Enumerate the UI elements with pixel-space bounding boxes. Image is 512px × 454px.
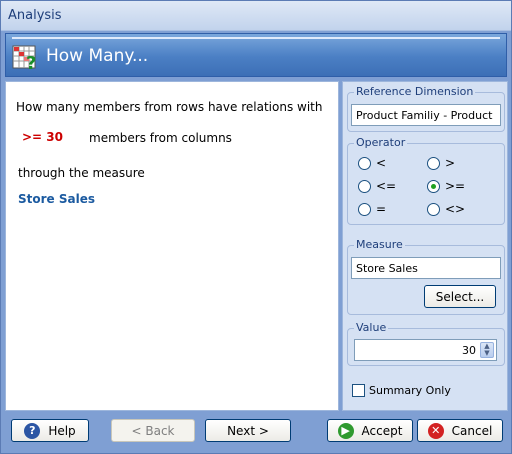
checkbox-box[interactable] [352, 384, 365, 397]
value-group: Value 30 ▲ ▼ [347, 321, 505, 366]
description-line-1: How many members from rows have relation… [16, 100, 323, 114]
accept-button[interactable]: ▶ Accept [327, 419, 413, 442]
operator-legend: Operator [354, 136, 408, 149]
operator-group: Operator < > <= >= = <> [347, 136, 505, 225]
operator-value-text: >= 30 [22, 130, 63, 144]
description-line-3: through the measure [18, 166, 145, 180]
cancel-button[interactable]: ✕ Cancel [417, 419, 503, 442]
options-panel: Reference Dimension Product Familiy - Pr… [342, 81, 508, 411]
measure-legend: Measure [354, 238, 405, 251]
operator-le-label: <= [376, 179, 397, 193]
value-legend: Value [354, 321, 389, 334]
select-measure-button[interactable]: Select... [424, 285, 496, 308]
value-spinner[interactable]: ▲ ▼ [480, 342, 494, 358]
measure-group: Measure Store Sales Select... [347, 238, 505, 315]
svg-text:?: ? [26, 53, 36, 71]
radio-circle [427, 156, 440, 170]
reference-dimension-legend: Reference Dimension [354, 85, 476, 98]
cancel-label: Cancel [451, 423, 493, 438]
grid-question-icon: ? [12, 45, 36, 71]
window-title: Analysis [8, 8, 62, 23]
radio-circle [358, 156, 371, 170]
summary-only-label: Summary Only [369, 384, 451, 397]
accept-label: Accept [361, 423, 403, 438]
reference-dimension-group: Reference Dimension Product Familiy - Pr… [347, 85, 505, 132]
next-button[interactable]: Next > [205, 419, 291, 442]
button-bar: ? Help < Back Next > ▶ Accept ✕ Cancel [5, 413, 507, 451]
banner-title: How Many... [46, 46, 149, 66]
measure-name-text: Store Sales [18, 192, 95, 206]
operator-ge-label: >= [445, 179, 466, 193]
title-bar: Analysis [1, 1, 511, 31]
operator-ne-label: <> [445, 202, 466, 216]
measure-field[interactable]: Store Sales [351, 257, 501, 279]
summary-only-checkbox[interactable]: Summary Only [352, 384, 451, 397]
help-button[interactable]: ? Help [11, 419, 89, 442]
value-text: 30 [462, 344, 476, 357]
reference-dimension-field[interactable]: Product Familiy - Product [351, 104, 501, 126]
operator-eq-label: = [376, 202, 387, 216]
spin-down-icon[interactable]: ▼ [481, 350, 493, 357]
operator-ge-radio[interactable]: >= [427, 179, 465, 193]
operator-gt-label: > [445, 156, 456, 170]
operator-le-radio[interactable]: <= [358, 179, 396, 193]
operator-gt-radio[interactable]: > [427, 156, 455, 170]
radio-circle [427, 202, 440, 216]
operator-lt-radio[interactable]: < [358, 156, 386, 170]
radio-circle [358, 179, 371, 193]
help-label: Help [48, 423, 76, 438]
operator-eq-radio[interactable]: = [358, 202, 386, 216]
description-line-2: members from columns [89, 131, 232, 145]
operator-lt-label: < [376, 156, 387, 170]
radio-circle-selected [427, 179, 440, 193]
cancel-icon: ✕ [427, 422, 444, 439]
description-panel: How many members from rows have relation… [5, 81, 339, 411]
back-button[interactable]: < Back [111, 419, 195, 442]
analysis-window: Analysis ? How Many... How many members … [0, 0, 512, 454]
operator-ne-radio[interactable]: <> [427, 202, 465, 216]
accept-icon: ▶ [337, 422, 354, 439]
radio-circle [358, 202, 371, 216]
value-spin-input[interactable]: 30 ▲ ▼ [354, 339, 497, 361]
banner-highlight [12, 37, 500, 39]
help-icon: ? [24, 422, 41, 439]
banner: ? How Many... [5, 33, 507, 77]
